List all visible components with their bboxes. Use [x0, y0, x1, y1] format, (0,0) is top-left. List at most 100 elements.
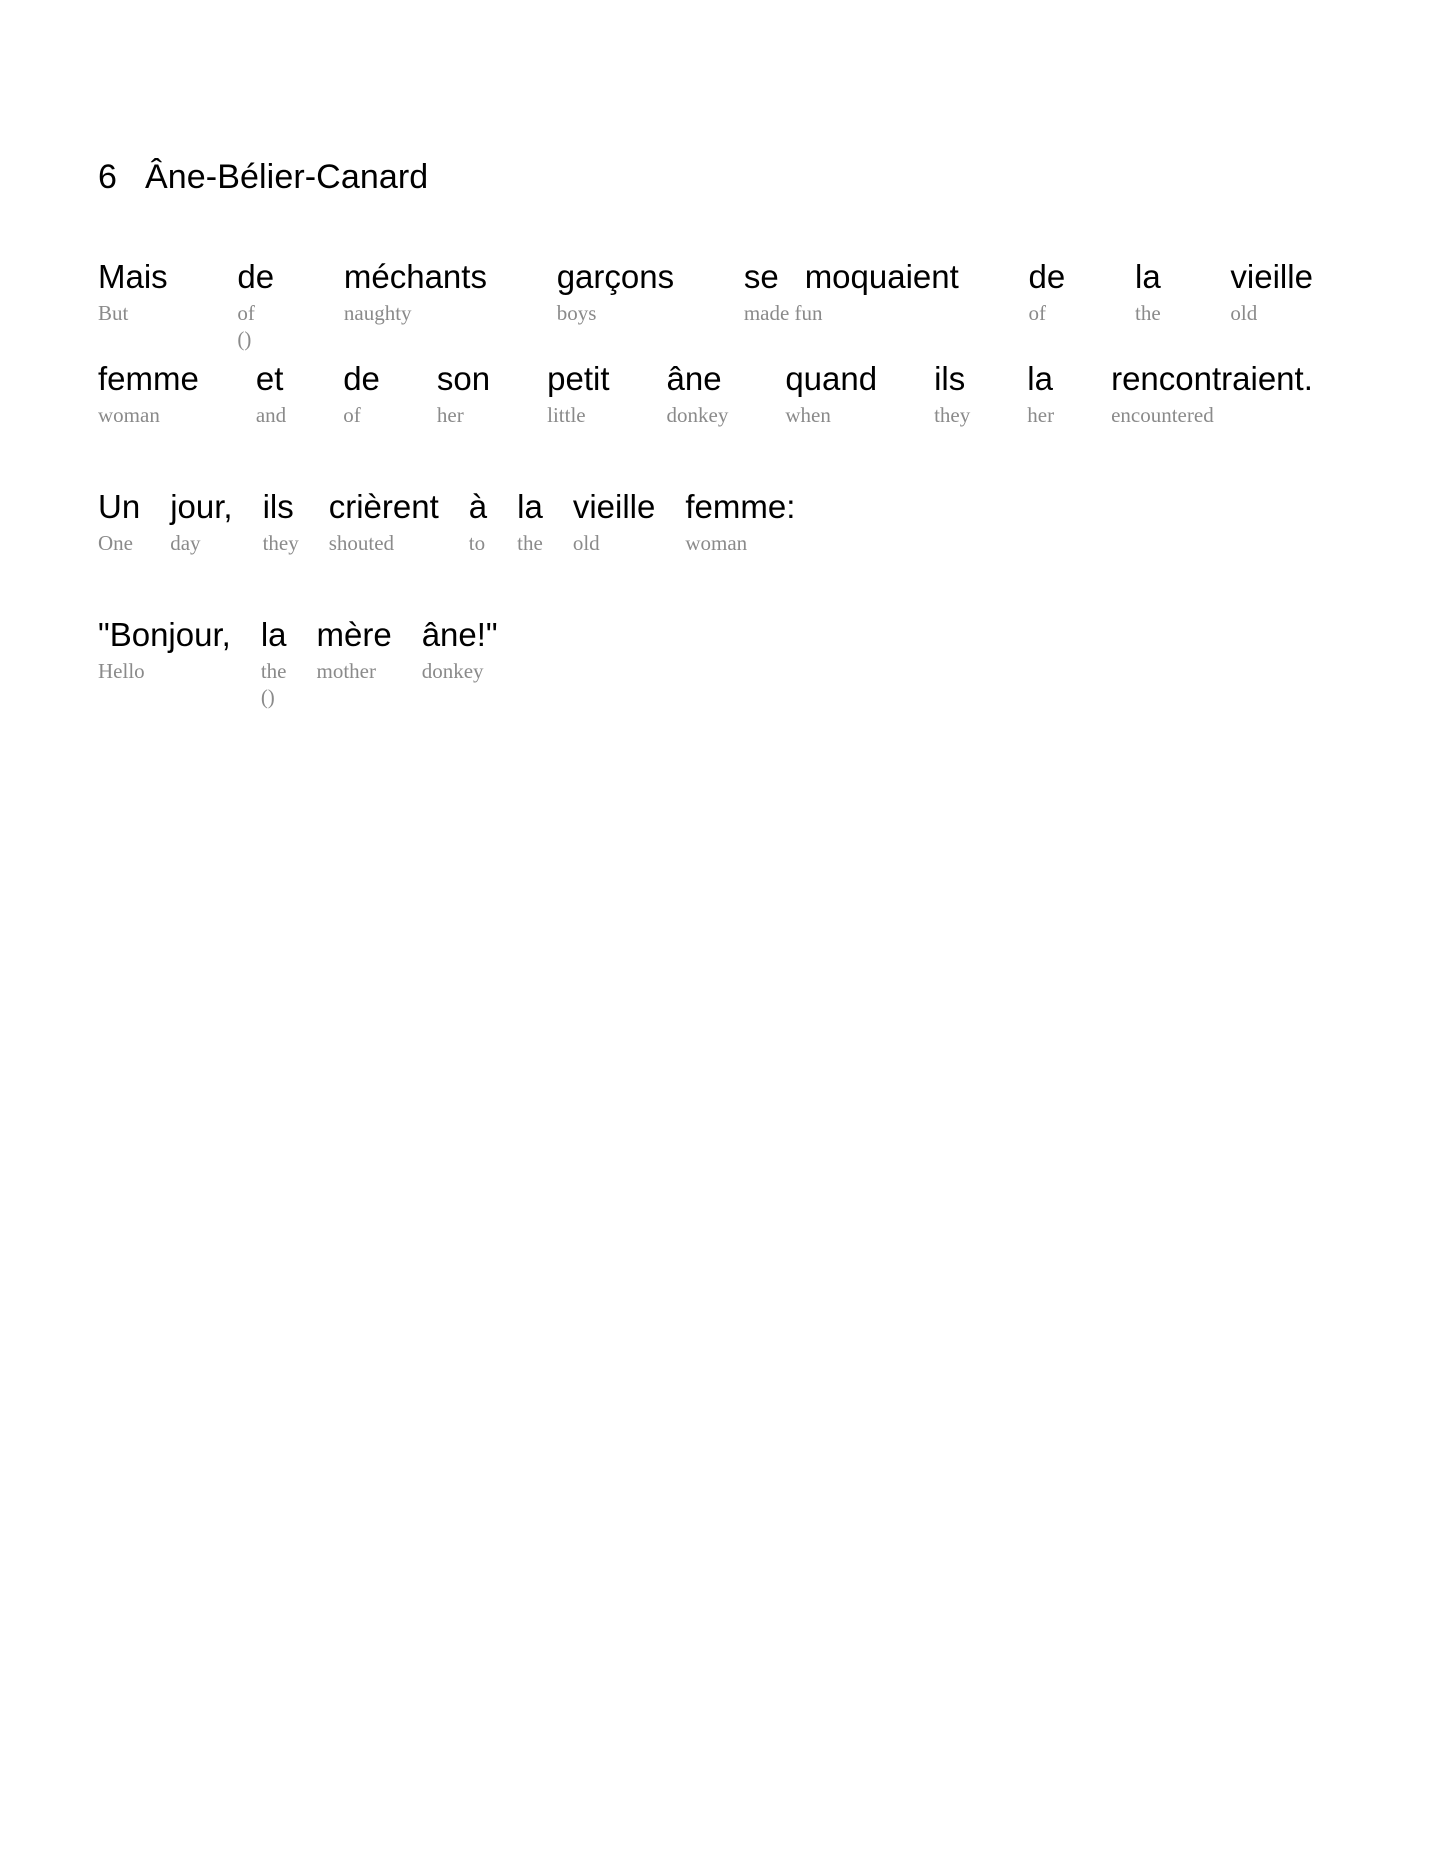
gloss-word: But: [98, 301, 129, 325]
gloss-word: they: [934, 403, 971, 427]
interlinear-word-pair: Mais But: [98, 258, 168, 328]
interlinear-word-pair: mère mother: [317, 616, 392, 686]
interlinear-phrase-group: se moquaient made fun: [744, 258, 959, 328]
section-title: Âne-Bélier-Canard: [145, 158, 429, 196]
interlinear-word-pair: garçons boys: [557, 258, 674, 328]
gloss-word: naughty: [343, 301, 412, 325]
section-number: 6: [98, 158, 118, 196]
gloss-word: mother: [316, 659, 376, 683]
source-word: mère: [316, 616, 392, 653]
gloss-word: little: [547, 403, 586, 427]
gloss-word: encountered: [1111, 403, 1214, 427]
source-word: jour,: [170, 488, 233, 525]
interlinear-word-pair: "Bonjour, Hello: [98, 616, 231, 686]
gloss-word: day: [170, 531, 201, 555]
document-page: 6 Âne-Bélier-Canard Mais But de of() méchants…: [0, 0, 1445, 1867]
gloss-word: the: [1134, 301, 1161, 325]
interlinear-word-pair: son her: [437, 360, 490, 430]
interlinear-line: Mais But de of() méchants naughty garçons boys s…: [98, 258, 1313, 352]
interlinear-block: "Bonjour, Hello la the() mère mother âne!" donk…: [98, 616, 1313, 710]
source-word: femme:: [685, 488, 796, 525]
source-word: la: [1134, 258, 1161, 295]
interlinear-word-pair: de of(): [237, 258, 274, 352]
interlinear-word-pair: méchants naughty: [344, 258, 487, 328]
gloss-word: her: [436, 403, 464, 427]
source-word: Un: [98, 488, 141, 525]
interlinear-word-pair: et and: [256, 360, 286, 430]
interlinear-word-pair: la the(): [261, 616, 287, 710]
gloss-word-secondary: (): [260, 685, 275, 709]
interlinear-word-pair: de of: [1029, 258, 1066, 328]
interlinear-word-pair: vieille old: [573, 488, 656, 558]
gloss-word: One: [98, 531, 133, 555]
interlinear-block: Mais But de of() méchants naughty garçons boys s…: [98, 258, 1313, 430]
source-word: vieille: [1230, 258, 1313, 295]
source-word: son: [436, 360, 491, 397]
interlinear-line: "Bonjour, Hello la the() mère mother âne!" donk…: [98, 616, 1313, 710]
page-title: 6 Âne-Bélier-Canard: [98, 158, 428, 197]
source-word: se: [743, 258, 779, 295]
gloss-word: of: [343, 403, 361, 427]
gloss-word: shouted: [328, 531, 395, 555]
source-word: de: [343, 360, 380, 397]
interlinear-word-pair: la her: [1027, 360, 1054, 430]
interlinear-word-pair: petit little: [547, 360, 609, 430]
source-word: crièrent: [328, 488, 439, 525]
gloss-word: they: [262, 531, 299, 555]
interlinear-word-pair: Un One: [98, 488, 140, 558]
interlinear-blocks: Mais But de of() méchants naughty garçons boys s…: [98, 258, 1313, 768]
interlinear-word-pair: de of: [343, 360, 380, 430]
source-word: à: [468, 488, 488, 525]
source-word: de: [1028, 258, 1066, 295]
interlinear-line: femme woman et and de of son her petit little âne d…: [98, 360, 1313, 430]
interlinear-word-pair: quand when: [785, 360, 877, 430]
gloss-word: of: [1028, 301, 1047, 325]
source-word: moquaient: [804, 258, 959, 295]
interlinear-word-pair: ils they: [263, 488, 299, 558]
gloss-word: when: [785, 403, 831, 427]
source-word: petit: [547, 360, 610, 397]
gloss-word: donkey: [421, 659, 484, 683]
gloss-word-secondary: (): [237, 327, 252, 351]
gloss-word: her: [1027, 403, 1055, 427]
interlinear-word-pair: la the: [1135, 258, 1161, 328]
source-word: rencontraient.: [1111, 360, 1313, 397]
source-word: et: [255, 360, 284, 397]
source-word: âne: [666, 360, 722, 397]
gloss-word: woman: [685, 531, 748, 555]
source-word: Mais: [98, 258, 168, 295]
gloss-word: of: [237, 301, 255, 325]
source-word: de: [237, 258, 275, 295]
source-word: âne!": [421, 616, 498, 653]
interlinear-word-pair: jour, day: [170, 488, 232, 558]
source-word: quand: [785, 360, 878, 397]
interlinear-word-pair: âne donkey: [667, 360, 729, 430]
gloss-word: old: [1230, 301, 1258, 325]
gloss-word: woman: [98, 403, 160, 427]
interlinear-word-pair: femme: woman: [685, 488, 795, 558]
source-word: la: [517, 488, 543, 525]
interlinear-word-pair: ils they: [934, 360, 970, 430]
interlinear-word-pair: âne!" donkey: [422, 616, 498, 686]
gloss-word: to: [468, 531, 486, 555]
source-word: ils: [934, 360, 966, 397]
gloss-word: the: [260, 659, 287, 683]
interlinear-word-pair: vieille old: [1230, 258, 1313, 328]
source-word: ils: [262, 488, 294, 525]
gloss-word: boys: [556, 301, 597, 325]
gloss-word: and: [255, 403, 287, 427]
interlinear-word-pair: rencontraient. encountered: [1111, 360, 1313, 430]
interlinear-block: Un One jour, day ils they crièrent shouted à to la…: [98, 488, 1313, 558]
gloss-word: Hello: [98, 659, 145, 683]
interlinear-word-pair: femme woman: [98, 360, 199, 430]
source-word: la: [1027, 360, 1053, 397]
source-word: femme: [98, 360, 199, 397]
source-word: vieille: [572, 488, 656, 525]
source-word: "Bonjour,: [98, 616, 231, 653]
gloss-word: the: [517, 531, 543, 555]
gloss-word: made fun: [743, 301, 823, 325]
source-word: méchants: [343, 258, 487, 295]
gloss-word: donkey: [666, 403, 729, 427]
source-word-row: se moquaient: [744, 258, 959, 296]
source-word: garçons: [556, 258, 675, 295]
